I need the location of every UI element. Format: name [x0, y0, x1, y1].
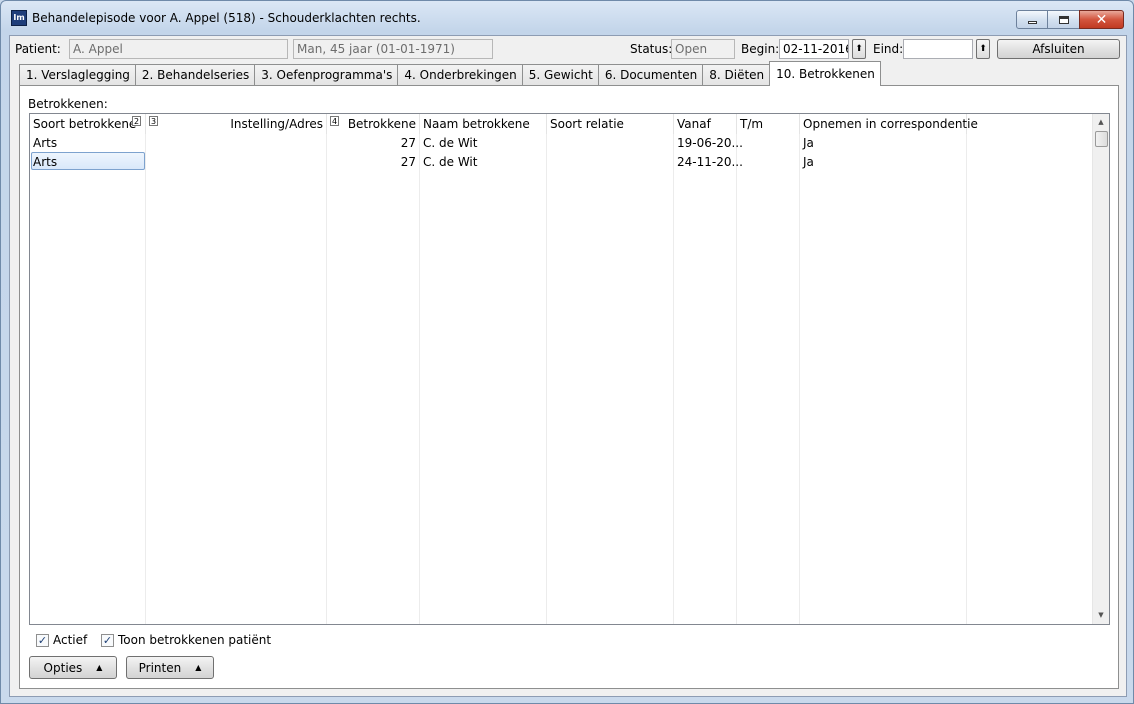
column-header-soort[interactable]: Soort betrokkene 2 — [30, 114, 146, 134]
sort-order-indicator: 2 — [132, 116, 141, 126]
window-title: Behandelepisode voor A. Appel (518) - Sc… — [32, 11, 421, 25]
cell-vanaf: 19-06-20... — [677, 136, 743, 150]
patient-info-field[interactable]: Man, 45 jaar (01-01-1971) — [293, 39, 493, 59]
maximize-icon — [1058, 15, 1069, 24]
printen-button[interactable]: Printen ▲ — [126, 656, 214, 679]
cell-vanaf: 24-11-20... — [677, 155, 743, 169]
arrow-up-icon: ⬆ — [855, 44, 863, 54]
status-field[interactable]: Open — [671, 39, 735, 59]
tab-dieten[interactable]: 8. Diëten — [702, 64, 771, 86]
column-header-opnemen[interactable]: Opnemen in correspondentie — [800, 114, 978, 134]
eind-date-input[interactable] — [903, 39, 973, 59]
cell-betrokkene: 27 — [400, 136, 416, 150]
column-header-label: Soort betrokkene — [33, 117, 137, 131]
opties-button[interactable]: Opties ▲ — [29, 656, 117, 679]
menu-arrow-icon: ▲ — [96, 663, 103, 672]
column-divider — [145, 114, 146, 624]
scroll-up-button[interactable]: ▲ — [1093, 114, 1109, 131]
cell-soort: Arts — [33, 155, 58, 169]
tab-gewicht[interactable]: 5. Gewicht — [521, 64, 599, 86]
sort-order-indicator: 3 — [149, 116, 158, 126]
cell-opnemen: Ja — [803, 136, 814, 150]
column-divider — [326, 114, 327, 624]
toon-betrokkenen-checkbox[interactable]: ✓ — [101, 634, 114, 647]
column-header-label: Instelling/Adres — [230, 117, 323, 131]
client-area: Patient: A. Appel Man, 45 jaar (01-01-19… — [9, 35, 1127, 697]
begin-date-input[interactable]: 02-11-2016 — [779, 39, 849, 59]
window-controls: ✕ — [1016, 10, 1124, 29]
cell-naam: C. de Wit — [423, 155, 478, 169]
patient-name-field[interactable]: A. Appel — [69, 39, 288, 59]
column-header-label: Betrokkene — [347, 117, 416, 131]
cell-opnemen: Ja — [803, 155, 814, 169]
arrow-up-icon: ⬆ — [979, 44, 987, 54]
minimize-button[interactable] — [1016, 10, 1048, 29]
betrokkenen-section-label: Betrokkenen: — [28, 97, 108, 111]
toon-betrokkenen-label: Toon betrokkenen patiënt — [118, 633, 272, 647]
patient-label: Patient: — [15, 42, 61, 56]
column-divider — [419, 114, 420, 624]
column-header-betrokkene[interactable]: 4 Betrokkene — [327, 114, 420, 134]
cell-soort: Arts — [33, 136, 58, 150]
eind-label: Eind: — [873, 42, 904, 56]
status-label: Status: — [630, 42, 673, 56]
column-header-instelling[interactable]: 3 Instelling/Adres — [146, 114, 327, 134]
menu-arrow-icon: ▲ — [195, 663, 202, 672]
close-icon: ✕ — [1095, 11, 1108, 28]
column-divider — [546, 114, 547, 624]
sort-order-indicator: 4 — [330, 116, 339, 126]
column-divider — [966, 114, 967, 624]
column-header-tm[interactable]: T/m — [737, 114, 800, 134]
vertical-scrollbar[interactable]: ▲ ▼ — [1092, 114, 1109, 624]
afsluiten-button[interactable]: Afsluiten — [997, 39, 1120, 59]
app-icon: Im — [11, 10, 27, 26]
column-divider — [673, 114, 674, 624]
tab-oefenprogrammas[interactable]: 3. Oefenprogramma's — [254, 64, 399, 86]
betrokkenen-panel: Betrokkenen: Soort betrokkene 2 3 Instel… — [19, 85, 1119, 689]
minimize-icon — [1027, 21, 1037, 24]
title-bar[interactable]: Im Behandelepisode voor A. Appel (518) -… — [1, 1, 1133, 35]
app-window: Im Behandelepisode voor A. Appel (518) -… — [0, 0, 1134, 704]
actief-checkbox[interactable]: ✓ — [36, 634, 49, 647]
tab-onderbrekingen[interactable]: 4. Onderbrekingen — [397, 64, 523, 86]
printen-label: Printen — [138, 660, 182, 675]
maximize-button[interactable] — [1047, 10, 1080, 29]
scrollbar-thumb[interactable] — [1095, 131, 1108, 147]
tab-verslaglegging[interactable]: 1. Verslaglegging — [19, 64, 136, 86]
column-header-naam[interactable]: Naam betrokkene — [420, 114, 547, 134]
column-divider — [736, 114, 737, 624]
actief-label: Actief — [53, 633, 88, 647]
tab-documenten[interactable]: 6. Documenten — [597, 64, 704, 86]
cell-betrokkene: 27 — [400, 155, 416, 169]
begin-label: Begin: — [741, 42, 780, 56]
tab-behandelseries[interactable]: 2. Behandelseries — [134, 64, 256, 86]
tab-betrokkenen[interactable]: 10. Betrokkenen — [769, 61, 881, 86]
cell-naam: C. de Wit — [423, 136, 478, 150]
column-divider — [799, 114, 800, 624]
eind-date-picker-button[interactable]: ⬆ — [976, 39, 990, 59]
column-header-vanaf[interactable]: Vanaf — [674, 114, 737, 134]
begin-date-picker-button[interactable]: ⬆ — [852, 39, 866, 59]
opties-label: Opties — [43, 660, 83, 675]
close-button[interactable]: ✕ — [1079, 10, 1124, 29]
column-header-relatie[interactable]: Soort relatie — [547, 114, 674, 134]
scroll-down-button[interactable]: ▼ — [1093, 607, 1109, 624]
betrokkenen-grid[interactable]: Soort betrokkene 2 3 Instelling/Adres 4 … — [29, 113, 1110, 625]
tab-bar: 1. Verslaglegging 2. Behandelseries 3. O… — [19, 61, 881, 86]
